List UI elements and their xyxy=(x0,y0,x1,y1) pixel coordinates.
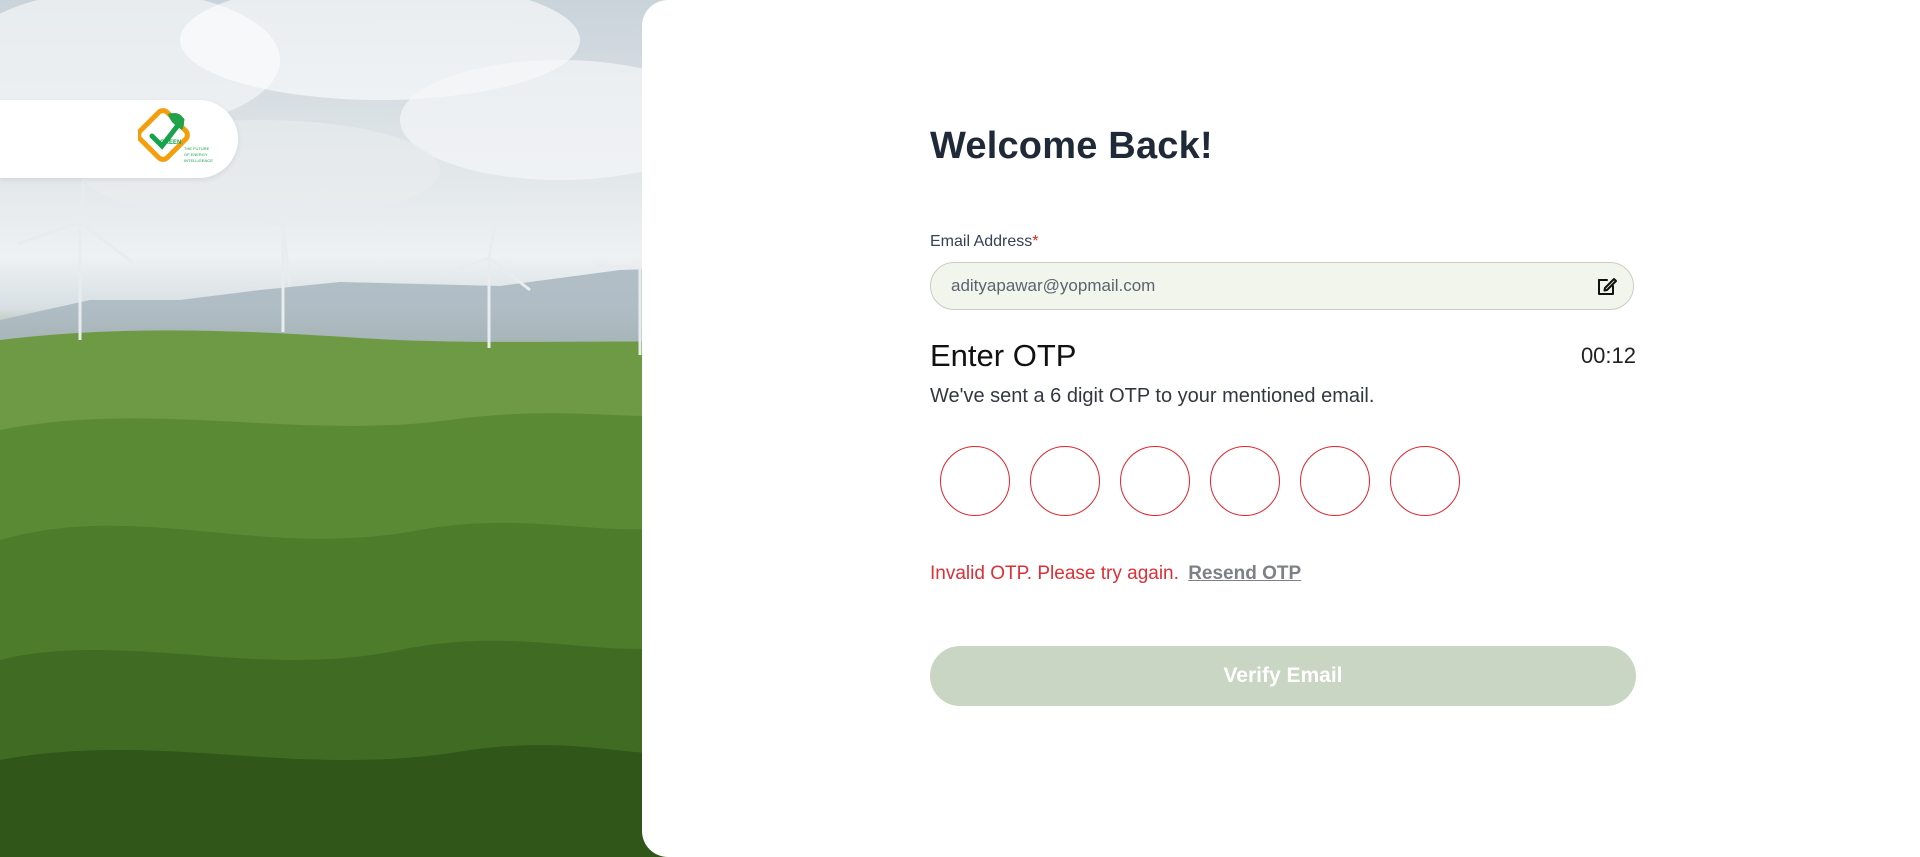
error-text: Invalid OTP. Please try again. xyxy=(930,563,1179,584)
page-title: Welcome Back! xyxy=(930,125,1213,167)
edit-icon[interactable] xyxy=(1595,274,1619,298)
leaf-check-icon: GREEN THE FUTURE OF ENERGY INTELLIGENCE xyxy=(138,108,213,163)
otp-digit-input[interactable] xyxy=(1210,446,1280,516)
resend-otp-link[interactable]: Resend OTP xyxy=(1188,563,1301,584)
required-asterisk: * xyxy=(1032,233,1039,250)
otp-digit-input[interactable] xyxy=(940,446,1010,516)
brand-logo-badge: GREEN THE FUTURE OF ENERGY INTELLIGENCE xyxy=(0,100,238,178)
verify-email-button[interactable]: Verify Email xyxy=(930,646,1636,706)
otp-digit-input[interactable] xyxy=(1300,446,1370,516)
email-label: Email Address* xyxy=(930,233,1039,251)
svg-text:THE FUTURE: THE FUTURE xyxy=(184,146,210,151)
otp-digit-input[interactable] xyxy=(1390,446,1460,516)
svg-text:OF ENERGY: OF ENERGY xyxy=(184,152,208,157)
otp-countdown-timer: 00:12 xyxy=(1580,343,1636,368)
email-label-text: Email Address xyxy=(930,233,1033,250)
svg-text:GREEN: GREEN xyxy=(160,140,181,146)
otp-digit-input[interactable] xyxy=(1120,446,1190,516)
email-field xyxy=(930,262,1634,310)
login-card xyxy=(642,0,1920,857)
hero-landscape-image: GREEN THE FUTURE OF ENERGY INTELLIGENCE xyxy=(0,0,680,857)
otp-heading: Enter OTP xyxy=(930,338,1077,373)
svg-text:INTELLIGENCE: INTELLIGENCE xyxy=(184,158,213,163)
otp-error-message: Invalid OTP. Please try again. Resend OT… xyxy=(930,563,1301,585)
email-input[interactable] xyxy=(951,263,1571,308)
otp-instructions: We've sent a 6 digit OTP to your mention… xyxy=(930,385,1375,407)
otp-input-group xyxy=(940,446,1460,516)
otp-digit-input[interactable] xyxy=(1030,446,1100,516)
